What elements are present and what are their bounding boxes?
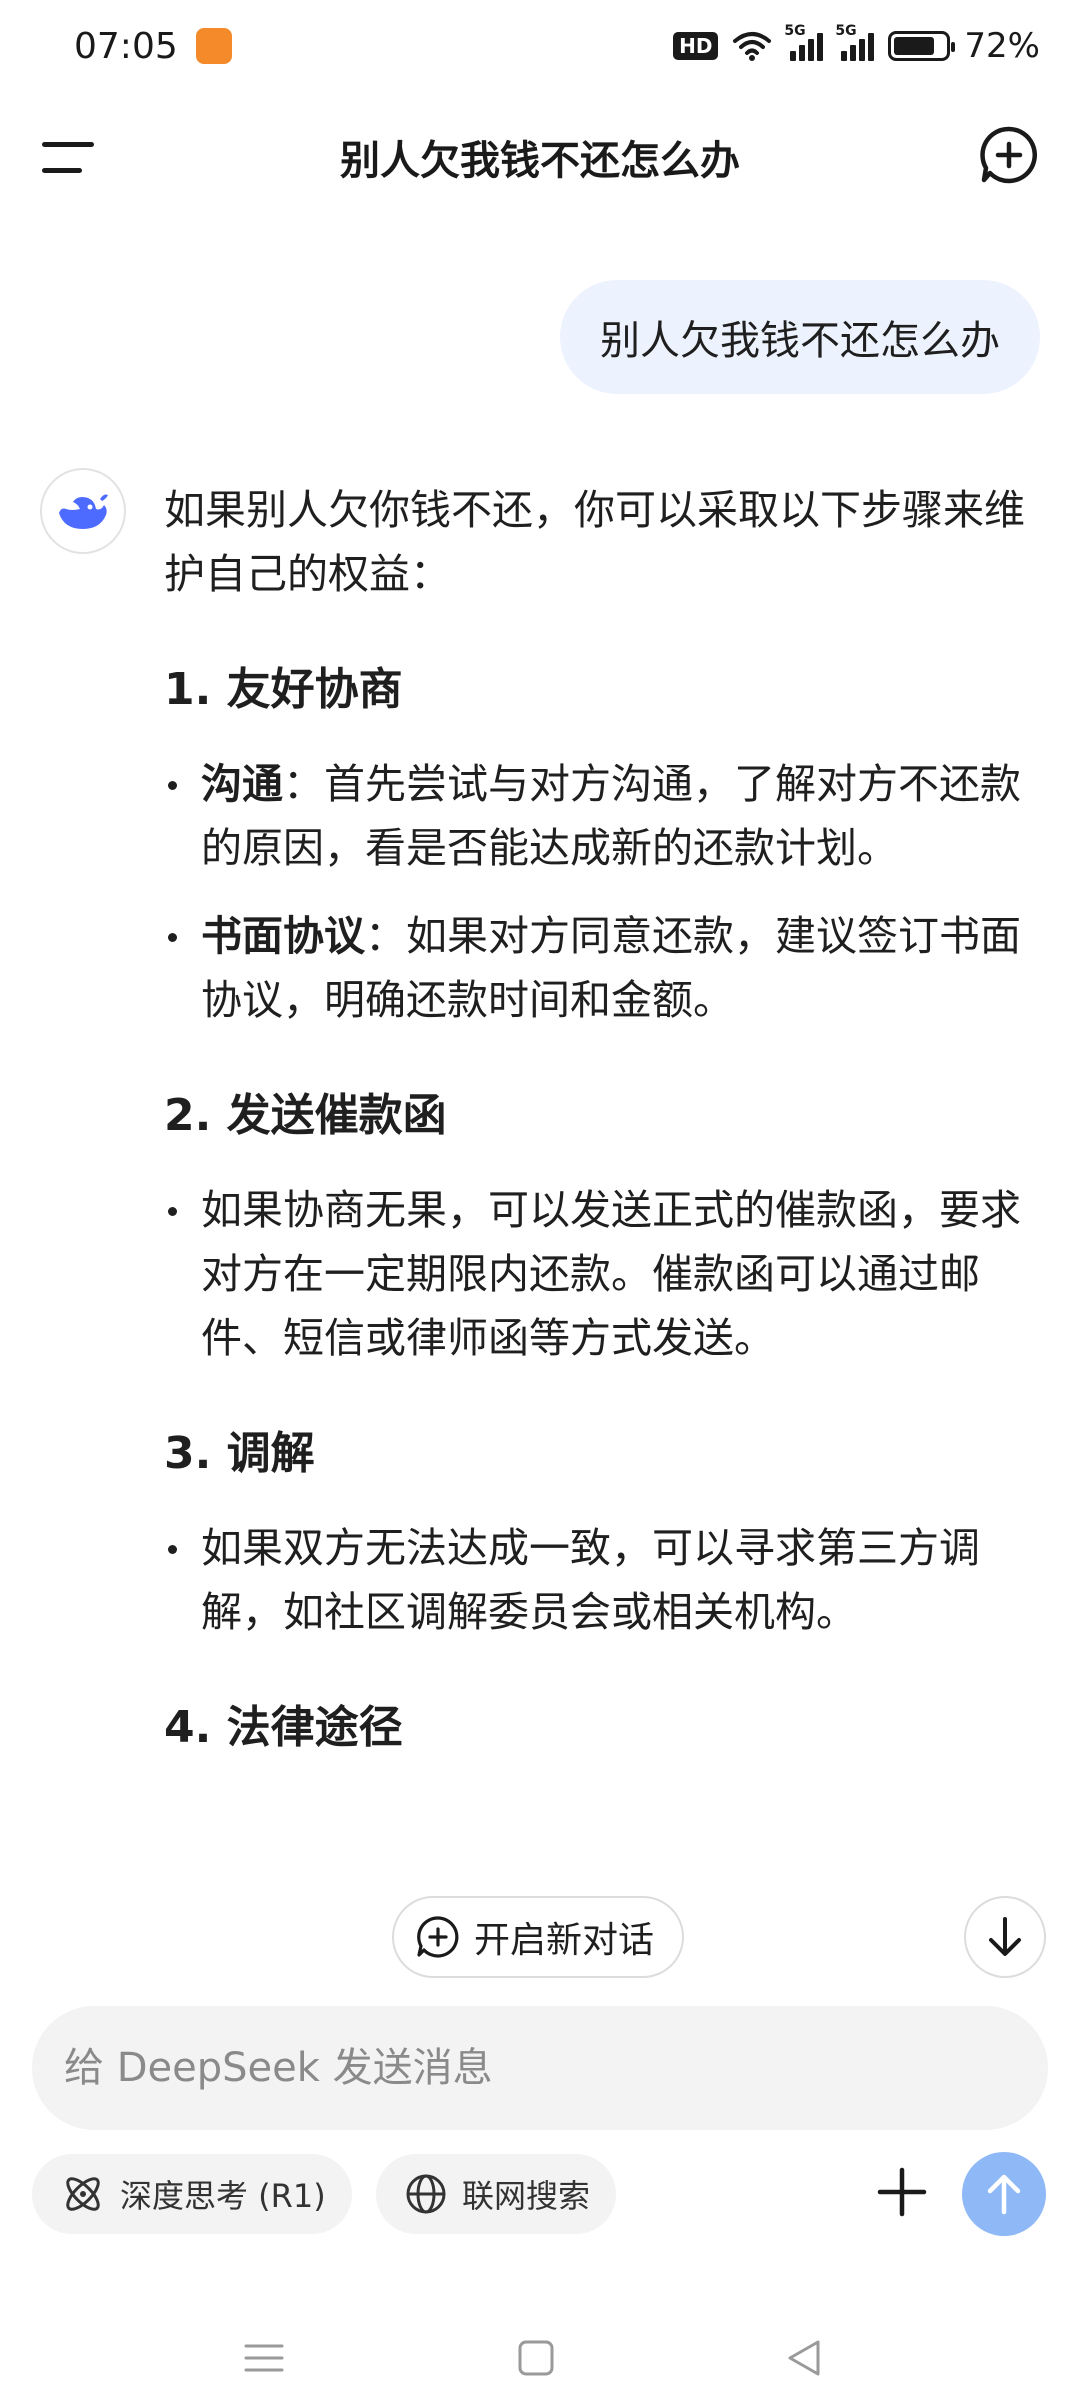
status-bar: 07:05 HD 5G 5G 72% xyxy=(0,0,1080,96)
assistant-intro: 如果别人欠你钱不还，你可以采取以下步骤来维护自己的权益： xyxy=(164,486,1025,598)
atom-icon xyxy=(66,2177,100,2211)
back-icon[interactable] xyxy=(782,2336,826,2380)
section-heading: 2. 发送催款函 xyxy=(164,1090,447,1141)
new-dialog-label: 开启新对话 xyxy=(474,1920,655,1961)
section-heading: 3. 调解 xyxy=(164,1428,315,1479)
status-indicators: HD 5G 5G 72% xyxy=(673,23,1040,66)
bullet-bold: 沟通 xyxy=(201,760,283,808)
web-search-label: 联网搜索 xyxy=(462,2177,591,2215)
home-icon[interactable] xyxy=(514,2336,558,2380)
section-heading: 4. 法律途径 xyxy=(164,1702,403,1753)
app-notification-icon xyxy=(196,28,232,64)
section-heading: 1. 友好协商 xyxy=(164,664,403,715)
plus-icon[interactable] xyxy=(872,2162,932,2222)
recents-icon[interactable] xyxy=(242,2336,286,2380)
message-composer[interactable] xyxy=(32,2006,1048,2130)
wifi-icon xyxy=(733,32,772,61)
list-item: 沟通：首先尝试与对方沟通，了解对方不还款的原因，看是否能达成新的还款计划。 xyxy=(164,752,1044,880)
arrow-down-icon xyxy=(989,1917,1021,1956)
chat-header: 别人欠我钱不还怎么办 xyxy=(0,100,1080,210)
list-item: 如果协商无果，可以发送正式的催款函，要求对方在一定期限内还款。催款函可以通过邮件… xyxy=(164,1178,1044,1370)
status-time: 07:05 xyxy=(74,26,178,67)
bullet-bold: 书面协议 xyxy=(201,912,365,960)
scroll-down-button[interactable] xyxy=(964,1896,1046,1978)
globe-icon xyxy=(406,2174,446,2214)
new-chat-icon[interactable] xyxy=(978,124,1040,186)
assistant-message: 如果别人欠你钱不还，你可以采取以下步骤来维护自己的权益： 1. 友好协商 沟通：… xyxy=(164,478,1044,1790)
new-chat-small-icon xyxy=(417,1916,459,1958)
deep-think-toggle[interactable]: 深度思考 (R1) xyxy=(32,2154,352,2234)
deepseek-avatar xyxy=(40,468,126,554)
battery-icon xyxy=(888,31,956,61)
system-nav-bar xyxy=(0,2300,1080,2408)
list-item: 如果双方无法达成一致，可以寻求第三方调解，如社区调解委员会或相关机构。 xyxy=(164,1516,1044,1644)
message-input[interactable] xyxy=(64,2045,1016,2091)
web-search-toggle[interactable]: 联网搜索 xyxy=(376,2154,617,2234)
bullet-text: 如果双方无法达成一致，可以寻求第三方调解，如社区调解委员会或相关机构。 xyxy=(201,1524,980,1636)
whale-logo-icon xyxy=(59,494,108,529)
bullet-text: ：首先尝试与对方沟通，了解对方不还款的原因，看是否能达成新的还款计划。 xyxy=(201,760,1021,872)
user-message-bubble[interactable]: 别人欠我钱不还怎么办 xyxy=(560,280,1040,394)
signal-icon-1: 5G xyxy=(784,23,824,61)
signal-icon-2: 5G xyxy=(835,23,875,61)
bullet-text: 如果协商无果，可以发送正式的催款函，要求对方在一定期限内还款。催款函可以通过邮件… xyxy=(201,1186,1021,1362)
signal-2-tag: 5G xyxy=(835,23,857,39)
new-dialog-button[interactable]: 开启新对话 xyxy=(392,1896,685,1978)
list-item: 书面协议：如果对方同意还款，建议签订书面协议，明确还款时间和金额。 xyxy=(164,904,1044,1032)
screen: 07:05 HD 5G 5G 72% 别人欠我钱不还怎么办 别人欠我钱不还怎么办… xyxy=(0,0,1080,2408)
arrow-up-icon xyxy=(987,2174,1021,2215)
hd-badge: HD xyxy=(673,32,719,60)
battery-percent: 72% xyxy=(964,26,1040,66)
signal-1-tag: 5G xyxy=(784,23,806,39)
send-button[interactable] xyxy=(962,2152,1046,2236)
chat-title: 别人欠我钱不还怎么办 xyxy=(340,138,740,184)
deep-think-label: 深度思考 (R1) xyxy=(120,2177,326,2215)
